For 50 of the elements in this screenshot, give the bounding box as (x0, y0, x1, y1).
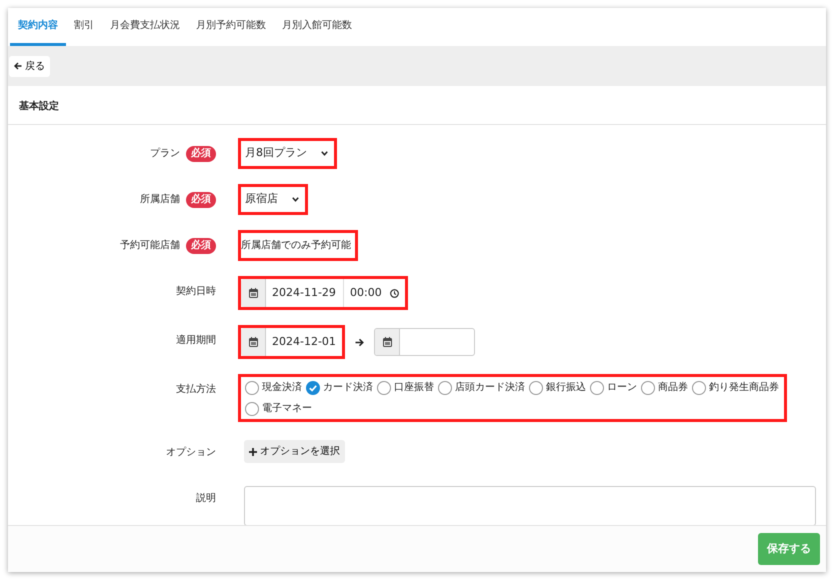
tab[interactable]: 月別入館可能数 (274, 8, 360, 46)
field-label: 適用期間 (176, 334, 216, 348)
radio-button[interactable] (377, 380, 391, 394)
required-badge: 必須 (186, 146, 216, 162)
radio-button[interactable] (529, 380, 543, 394)
arrow-right-icon (355, 338, 364, 346)
tab[interactable]: 月会費支払状況 (102, 8, 188, 46)
back-button[interactable]: 戻る (9, 56, 50, 76)
field-label: 予約可能店舗 (120, 238, 180, 253)
section-title: 基本設定 (8, 89, 826, 125)
time-field[interactable]: 00:00 (344, 279, 405, 307)
radio-label[interactable]: 釣り発生商品券 (709, 380, 779, 395)
arrow-left-icon (14, 62, 22, 70)
plus-icon (249, 448, 257, 456)
radio-label[interactable]: 店頭カード決済 (455, 380, 525, 395)
tab[interactable]: 割引 (66, 8, 102, 46)
tab[interactable]: 月別予約可能数 (188, 8, 274, 46)
text-value: 所属店舗でのみ予約可能 (241, 238, 352, 253)
radio-button[interactable] (245, 380, 259, 394)
required-badge: 必須 (186, 192, 216, 208)
radio-label[interactable]: ローン (607, 380, 637, 395)
radio-label[interactable]: カード決済 (323, 380, 373, 395)
field-label: オプション (166, 446, 216, 460)
field-label: 契約日時 (176, 284, 216, 299)
description-field[interactable] (244, 486, 816, 525)
chevron-down-icon (292, 196, 299, 202)
radio-button[interactable] (438, 380, 452, 394)
field-label: 説明 (196, 492, 216, 506)
clock-icon (390, 288, 399, 298)
date-field[interactable]: 2024-11-29 (266, 279, 344, 307)
radio-button[interactable] (641, 380, 655, 394)
radio-button[interactable] (692, 380, 706, 394)
radio-button[interactable] (590, 380, 604, 394)
radio-label[interactable]: 商品券 (658, 380, 688, 395)
radio-label[interactable]: 電子マネー (262, 401, 312, 416)
calendar-icon (382, 337, 392, 347)
field-label: 支払方法 (176, 382, 216, 397)
chevron-down-icon (321, 150, 328, 156)
end-date-field[interactable] (374, 328, 475, 356)
radio-button[interactable] (306, 380, 320, 394)
field-label: 所属店舗 (140, 192, 180, 207)
radio-label[interactable]: 現金決済 (262, 380, 302, 395)
select-options-button[interactable]: オプションを選択 (244, 440, 345, 463)
calendar-icon (248, 288, 258, 298)
radio-label[interactable]: 銀行振込 (546, 380, 586, 395)
required-badge: 必須 (186, 238, 216, 254)
calendar-icon (248, 337, 258, 347)
radio-button[interactable] (245, 402, 259, 416)
field-label: プラン (150, 146, 180, 161)
radio-label[interactable]: 口座振替 (394, 380, 434, 395)
